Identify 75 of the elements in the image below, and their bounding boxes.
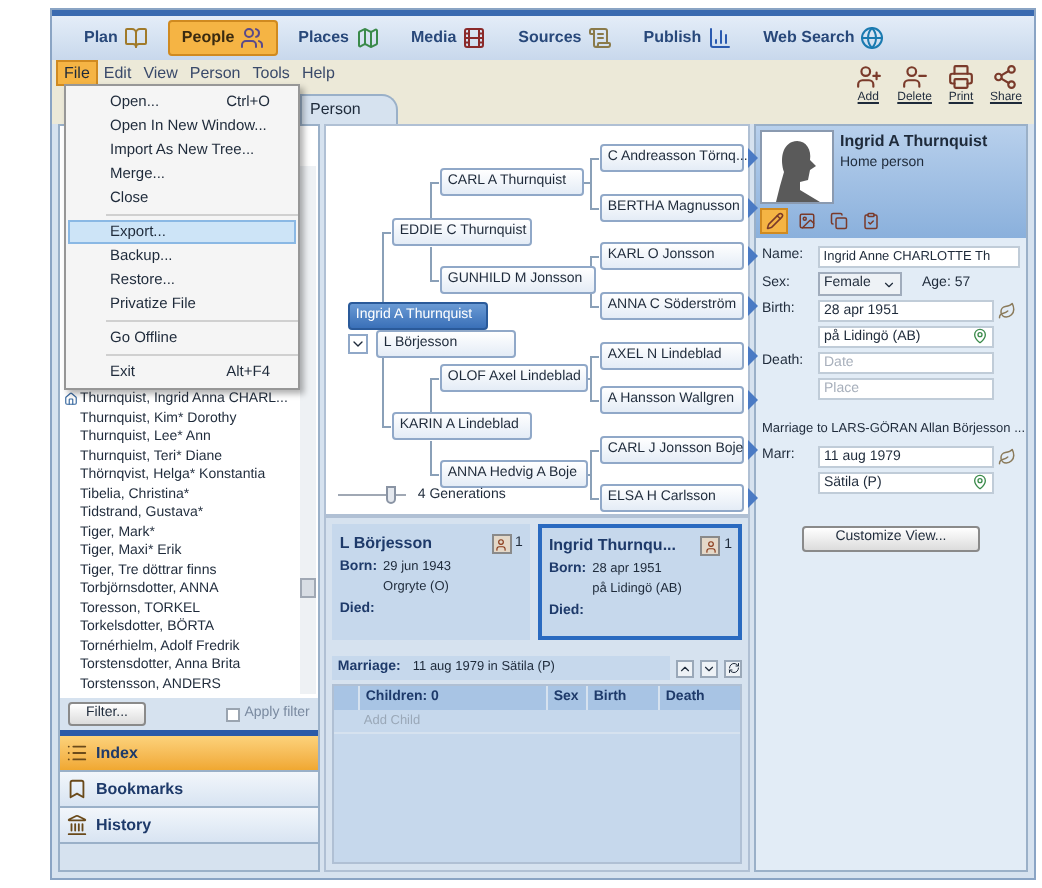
map-pin-icon: [972, 328, 988, 344]
expand-arrow-icon[interactable]: [747, 488, 758, 508]
person-icon: [700, 536, 721, 556]
down-caret-icon: [702, 661, 716, 675]
person-icon: [491, 534, 512, 554]
menu-item[interactable]: Person: [183, 61, 247, 83]
nav-tab[interactable]: People: [167, 20, 279, 56]
nav-tab[interactable]: Publish: [631, 20, 744, 56]
move-up-button[interactable]: [676, 659, 694, 677]
nav-tab[interactable]: Media: [399, 20, 499, 56]
menu-item[interactable]: Help: [295, 61, 341, 83]
globe-icon: [860, 26, 885, 50]
expand-arrow-icon[interactable]: [747, 148, 758, 168]
book-icon: [123, 26, 148, 50]
nav-tab[interactable]: Web Search: [751, 20, 897, 56]
nav-tab[interactable]: Plan: [72, 20, 160, 56]
menu-item[interactable]: Edit: [97, 61, 138, 83]
add-person-icon: [855, 64, 882, 90]
expand-arrow-icon[interactable]: [747, 440, 758, 460]
expand-arrow-icon[interactable]: [747, 246, 758, 266]
building-icon: [66, 814, 88, 836]
scrollbar-thumb[interactable]: [299, 578, 316, 598]
scroll-icon: [587, 26, 612, 50]
film-icon: [462, 26, 487, 50]
expand-arrow-icon[interactable]: [747, 296, 758, 316]
person-tab[interactable]: Person: [300, 94, 399, 124]
share-icon: [992, 64, 1019, 90]
print-icon: [947, 64, 974, 90]
sidebar-nav-item[interactable]: Index: [60, 736, 318, 772]
map-icon: [355, 26, 379, 50]
connector-line: [382, 231, 393, 303]
bookmark-icon: [66, 778, 88, 800]
copy-icon: [829, 212, 847, 230]
expand-arrow-icon[interactable]: [747, 198, 758, 218]
slider-thumb[interactable]: [386, 486, 397, 505]
map-pin-icon: [972, 473, 988, 490]
generations-slider[interactable]: [337, 486, 406, 507]
image-icon: [797, 212, 815, 230]
member-name: Ingrid Thurnqu...: [548, 534, 676, 558]
member-name: L Börjesson: [339, 532, 432, 556]
profile-photo-placeholder[interactable]: [760, 130, 834, 204]
spouse-dropdown-button[interactable]: [347, 334, 368, 354]
refresh-button[interactable]: [724, 659, 742, 677]
leaf-icon[interactable]: [998, 447, 1016, 466]
pencil-icon: [765, 212, 783, 230]
people-icon: [240, 26, 265, 50]
menu-item[interactable]: Tools: [246, 61, 296, 83]
move-down-button[interactable]: [700, 659, 718, 677]
leaf-icon[interactable]: [998, 302, 1016, 320]
remove-person-icon: [901, 64, 928, 90]
menu-item[interactable]: View: [137, 61, 184, 83]
refresh-icon: [727, 662, 739, 674]
up-caret-icon: [678, 661, 692, 675]
connector-line: [430, 245, 441, 281]
clipboard-icon: [861, 212, 879, 230]
nav-tab[interactable]: Sources: [506, 20, 624, 56]
caret-icon: [882, 277, 896, 291]
nav-tab[interactable]: Places: [286, 20, 391, 56]
detail-tab[interactable]: [760, 208, 788, 234]
sidebar-nav-item[interactable]: History: [60, 808, 318, 844]
menu-item[interactable]: File: [56, 59, 98, 85]
sidebar-nav-item[interactable]: Bookmarks: [60, 772, 318, 808]
list-icon: [66, 742, 88, 764]
apply-filter-checkbox[interactable]: [226, 707, 241, 721]
caret-icon: [349, 336, 366, 352]
connector-line: [430, 439, 441, 475]
home-icon: [64, 392, 78, 407]
scrollbar[interactable]: [299, 166, 316, 694]
connector-line: [430, 181, 441, 219]
expand-arrow-icon[interactable]: [747, 346, 758, 366]
person-name: Ingrid A Thurnquist: [840, 130, 988, 154]
connector-line: [430, 377, 441, 413]
chart-icon: [707, 26, 732, 50]
expand-arrow-icon[interactable]: [747, 390, 758, 410]
silhouette-icon: [771, 138, 823, 202]
